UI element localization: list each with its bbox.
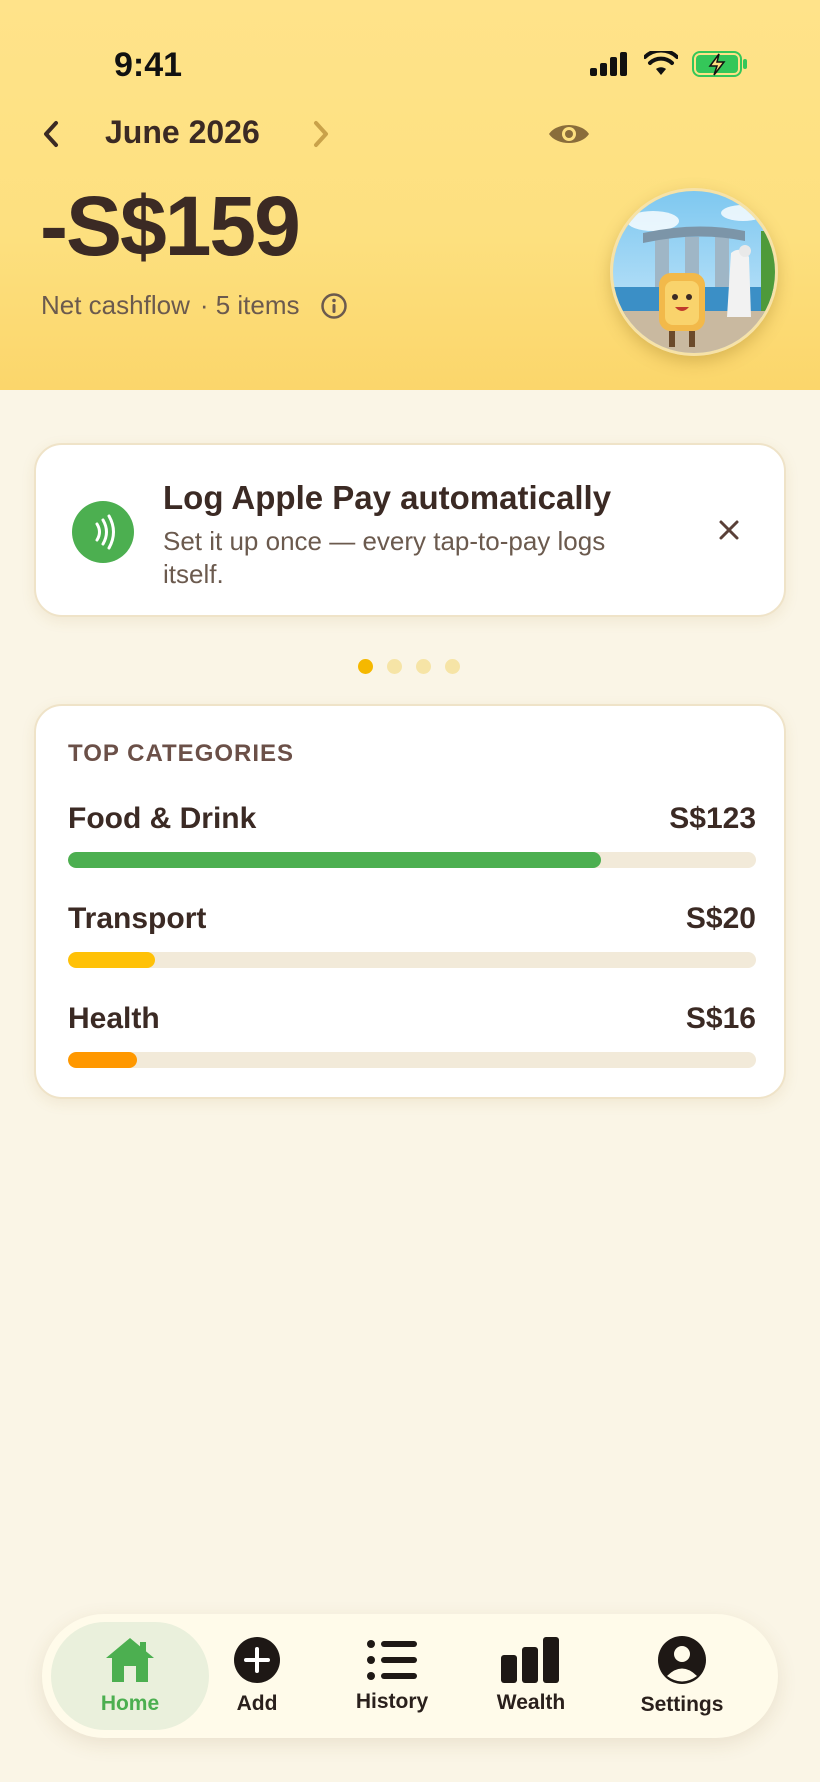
tab-wealth[interactable]: Wealth	[472, 1622, 590, 1730]
category-name: Transport	[68, 902, 207, 935]
tab-bar: Home Add History Wealth Settings	[42, 1614, 778, 1738]
category-amount: S$16	[685, 1002, 756, 1035]
next-month-button[interactable]	[306, 114, 336, 154]
status-icons	[590, 50, 748, 78]
promo-description: Set it up once — every tap-to-pay logs i…	[163, 526, 606, 589]
carousel-dot[interactable]	[445, 659, 460, 674]
category-name: Food & Drink	[68, 802, 257, 835]
net-cashflow-amount: -S$159	[40, 179, 301, 273]
singapore-toast-mascot-image	[613, 191, 775, 353]
category-name: Health	[68, 1002, 160, 1035]
tab-history[interactable]: History	[332, 1622, 452, 1730]
carousel-pagination[interactable]	[358, 659, 460, 674]
category-amount: S$123	[669, 802, 756, 835]
info-icon[interactable]	[320, 292, 348, 320]
apple-pay-promo-card[interactable]: Log Apple Pay automatically Set it up on…	[34, 443, 786, 617]
close-icon	[719, 520, 739, 540]
eye-icon	[549, 125, 589, 143]
tab-add[interactable]: Add	[202, 1622, 312, 1730]
home-icon	[106, 1638, 154, 1682]
category-progress-fill	[68, 952, 155, 968]
tab-label: Wealth	[496, 1691, 566, 1714]
promo-title: Log Apple Pay automatically	[163, 479, 612, 516]
signal-icon	[590, 52, 627, 76]
category-progress-track	[68, 1052, 756, 1068]
chevron-left-icon	[44, 121, 58, 147]
category-progress-track	[68, 852, 756, 868]
contactless-icon	[72, 501, 134, 563]
carousel-dot[interactable]	[416, 659, 431, 674]
tab-label: History	[355, 1690, 429, 1713]
category-amount: S$20	[685, 902, 756, 935]
net-cashflow-subline: Net cashflow · 5 items	[41, 290, 348, 321]
wifi-icon	[644, 51, 678, 75]
toggle-visibility-button[interactable]	[544, 116, 594, 152]
tab-label: Settings	[640, 1693, 724, 1716]
tab-settings[interactable]: Settings	[612, 1622, 752, 1730]
carousel-dot[interactable]	[387, 659, 402, 674]
category-progress-track	[68, 952, 756, 968]
items-count: · 5 items	[199, 290, 300, 320]
tab-label: Add	[236, 1692, 278, 1715]
net-cashflow-label: Net cashflow	[41, 290, 190, 320]
avatar[interactable]	[610, 188, 778, 356]
person-circle-icon	[658, 1636, 706, 1684]
bar-chart-icon	[501, 1637, 559, 1683]
status-time: 9:41	[114, 46, 183, 84]
category-progress-fill	[68, 852, 602, 868]
carousel-dot[interactable]	[358, 659, 373, 674]
tab-home[interactable]: Home	[51, 1622, 209, 1730]
list-icon	[367, 1640, 417, 1680]
month-title[interactable]: June 2026	[105, 114, 260, 151]
battery-charging-icon	[692, 51, 747, 77]
plus-circle-icon	[234, 1637, 280, 1683]
chevron-right-icon	[314, 121, 328, 147]
header: 9:41 June 2026 -S$159 Net cashflow · 5 i…	[0, 0, 820, 390]
previous-month-button[interactable]	[36, 114, 66, 154]
category-progress-fill	[68, 1052, 137, 1068]
dismiss-promo-button[interactable]	[714, 515, 744, 545]
tab-label: Home	[100, 1692, 160, 1715]
top-categories-card: TOP CATEGORIES Food & Drink S$123 Transp…	[34, 704, 786, 1099]
top-categories-heading: TOP CATEGORIES	[68, 740, 295, 767]
